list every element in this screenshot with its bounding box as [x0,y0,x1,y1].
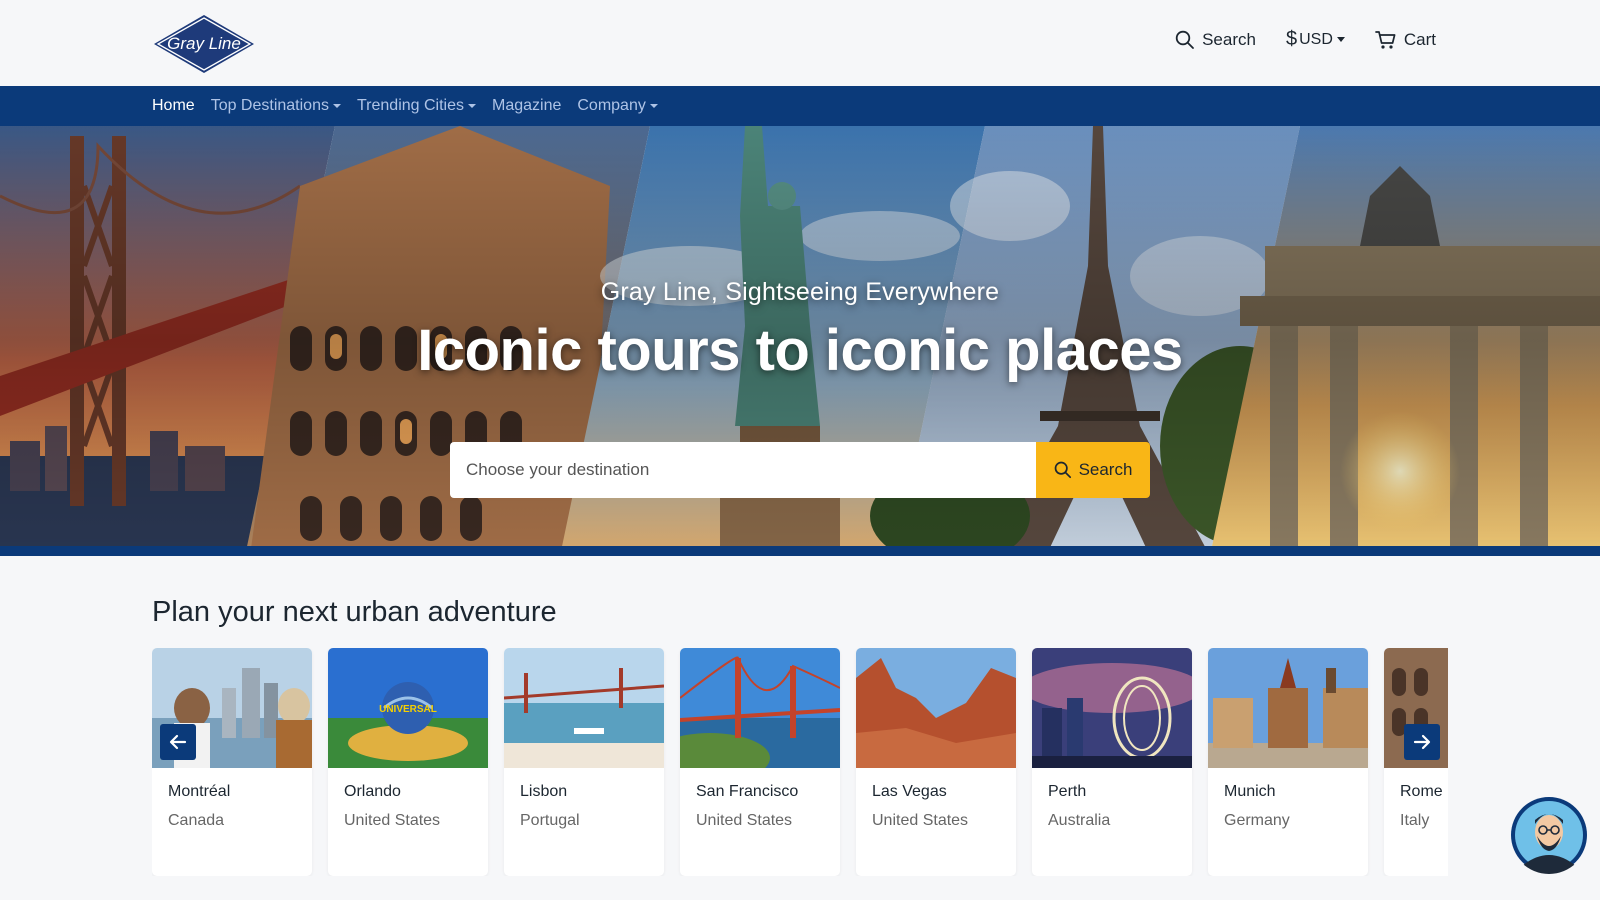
card-city: Orlando [344,783,401,800]
header-search-label: Search [1202,29,1256,49]
search-icon [1054,461,1071,479]
chevron-down-icon [468,104,476,108]
cart-label: Cart [1403,29,1436,49]
dollar-icon: $ [1285,28,1298,50]
nav-label-top-destinations: Top Destinations [210,97,329,114]
search-icon [1175,30,1194,49]
card-city: San Francisco [696,783,799,800]
nav-item-magazine[interactable]: Magazine [492,97,561,115]
destination-image-lisbon [504,648,664,768]
currency-selector[interactable]: $ USD [1286,28,1345,51]
destination-search-button[interactable]: Search [1036,442,1150,498]
destination-card-montreal[interactable]: Montréal Canada [152,648,312,876]
destination-image-las-vegas [856,648,1016,768]
arrow-left-icon [169,734,187,750]
card-country: United States [872,812,969,829]
site-header: Gray Line Search $ USD Cart [0,0,1600,86]
hero-text: Gray Line, Sightseeing Everywhere Iconic… [0,278,1600,384]
chevron-down-icon [1336,37,1345,42]
card-country: Canada [168,812,225,829]
support-avatar-icon[interactable] [1510,796,1588,874]
destination-image-perth [1032,648,1192,768]
destination-image-san-francisco [680,648,840,768]
destination-card-orlando[interactable]: UNIVERSAL Orlando United States [328,648,488,876]
destination-search-button-label: Search [1078,460,1133,479]
destination-image-orlando: UNIVERSAL [328,648,488,768]
destination-card-munich[interactable]: Munich Germany [1208,648,1368,876]
nav-label-home: Home [152,97,195,114]
svg-text:Gray Line: Gray Line [167,34,241,53]
main-navigation: Home Top Destinations Trending Cities Ma… [0,86,1600,126]
nav-label-magazine: Magazine [492,97,562,114]
card-city: Munich [1224,783,1276,800]
destination-card-perth[interactable]: Perth Australia [1032,648,1192,876]
nav-item-trending-cities[interactable]: Trending Cities [357,97,476,115]
card-country: Portugal [520,812,580,829]
nav-item-home[interactable]: Home [152,97,195,115]
card-city: Lisbon [520,783,568,800]
nav-label-trending-cities: Trending Cities [356,97,464,114]
cart-button[interactable]: Cart [1375,30,1436,50]
card-city: Las Vegas [872,783,947,800]
destination-card-san-francisco[interactable]: San Francisco United States [680,648,840,876]
arrow-right-icon [1413,734,1431,750]
destination-card-lisbon[interactable]: Lisbon Portugal [504,648,664,876]
header-search-button[interactable]: Search [1175,30,1256,50]
nav-item-company[interactable]: Company [577,97,658,115]
hero-title: Iconic tours to iconic places [417,318,1183,383]
currency-label: USD [1299,30,1333,48]
card-country: Italy [1400,812,1430,829]
gray-line-logo[interactable]: Gray Line [152,14,256,74]
cart-icon [1375,30,1396,49]
chevron-down-icon [649,104,658,108]
card-city: Perth [1048,783,1087,800]
chevron-down-icon [332,104,341,108]
nav-item-top-destinations[interactable]: Top Destinations [211,97,341,115]
card-country: Australia [1048,812,1111,829]
card-country: United States [344,812,441,829]
carousel-next-button[interactable] [1404,724,1440,760]
destination-search: Search [450,442,1150,498]
destination-carousel: Montréal Canada UNIVERSAL Orlando United… [152,648,1448,876]
card-city: Montréal [168,783,231,800]
destination-card-rome[interactable]: Rome Italy [1384,648,1448,876]
section-title: Plan your next urban adventure [152,596,557,628]
destination-card-las-vegas[interactable]: Las Vegas United States [856,648,1016,876]
destination-search-input[interactable] [450,442,1036,498]
card-country: Germany [1224,812,1290,829]
hero-subtitle: Gray Line, Sightseeing Everywhere [600,278,1000,306]
nav-label-company: Company [577,97,646,114]
card-country: United States [696,812,793,829]
hero-bottom-strip [0,546,1600,556]
svg-text:UNIVERSAL: UNIVERSAL [379,704,437,715]
destination-image-munich [1208,648,1368,768]
carousel-prev-button[interactable] [160,724,196,760]
card-city: Rome [1400,783,1443,800]
